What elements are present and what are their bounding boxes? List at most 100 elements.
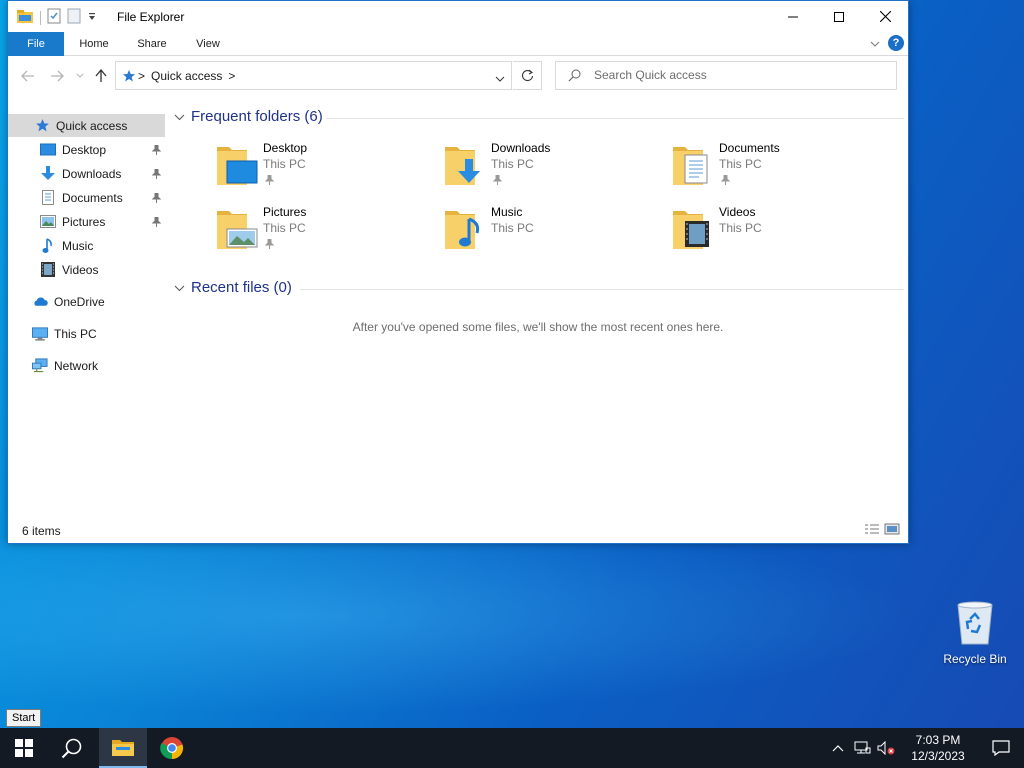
desktop-icon bbox=[40, 142, 56, 158]
nav-item-downloads[interactable]: Downloads bbox=[8, 162, 165, 185]
action-center-button[interactable] bbox=[978, 728, 1024, 768]
folder-location: This PC bbox=[719, 157, 762, 171]
clock-time: 7:03 PM bbox=[915, 733, 961, 747]
search-icon bbox=[61, 738, 82, 759]
search-button[interactable] bbox=[48, 728, 96, 768]
start-button[interactable] bbox=[0, 728, 48, 768]
recent-locations-button[interactable] bbox=[71, 67, 89, 85]
group-divider bbox=[300, 289, 904, 290]
nav-item-label: Documents bbox=[62, 190, 123, 205]
search-input[interactable] bbox=[594, 68, 884, 82]
content-pane: Frequent folders (6) Desktop This PC Dow… bbox=[168, 101, 908, 521]
folder-tile-downloads[interactable]: Downloads This PC bbox=[443, 141, 663, 197]
folder-tile-videos[interactable]: Videos This PC bbox=[671, 205, 891, 261]
recent-files-header[interactable]: Recent files (0) bbox=[174, 279, 292, 296]
recent-files-empty-message: After you've opened some files, we'll sh… bbox=[352, 320, 724, 334]
nav-item-music[interactable]: Music bbox=[8, 234, 165, 257]
nav-item-videos[interactable]: Videos bbox=[8, 258, 165, 281]
recycle-bin-icon bbox=[955, 601, 995, 648]
volume-tray-button[interactable] bbox=[874, 728, 898, 768]
frequent-folders-header[interactable]: Frequent folders (6) bbox=[174, 108, 323, 125]
system-tray: 7:03 PM 12/3/2023 bbox=[826, 728, 1024, 768]
nav-item-documents[interactable]: Documents bbox=[8, 186, 165, 209]
file-explorer-icon bbox=[16, 8, 34, 27]
back-button[interactable] bbox=[19, 67, 37, 85]
nav-item-label: Pictures bbox=[62, 214, 106, 229]
tab-home[interactable]: Home bbox=[74, 32, 114, 56]
customize-qat-icon[interactable] bbox=[87, 11, 97, 25]
window-controls bbox=[770, 1, 908, 32]
show-hidden-icons-button[interactable] bbox=[826, 728, 850, 768]
volume-muted-icon bbox=[877, 741, 895, 755]
nav-item-pictures[interactable]: Pictures bbox=[8, 210, 165, 233]
pin-icon bbox=[151, 144, 162, 158]
nav-item-label: Quick access bbox=[56, 118, 128, 133]
pin-icon bbox=[151, 192, 162, 206]
nav-item-label: OneDrive bbox=[54, 294, 105, 309]
up-button[interactable] bbox=[92, 67, 110, 85]
breadcrumb-arrow-icon[interactable]: > bbox=[138, 69, 145, 83]
downloads-icon bbox=[40, 166, 56, 182]
recycle-bin-shortcut[interactable]: Recycle Bin bbox=[938, 601, 1012, 666]
taskbar-file-explorer[interactable] bbox=[99, 728, 147, 768]
folder-location: This PC bbox=[491, 157, 534, 171]
folder-location: This PC bbox=[719, 221, 762, 235]
onedrive-icon bbox=[32, 294, 48, 310]
help-icon[interactable]: ? bbox=[888, 35, 904, 51]
expand-ribbon-icon[interactable] bbox=[870, 36, 880, 50]
music-folder-icon bbox=[443, 205, 487, 253]
refresh-button[interactable] bbox=[513, 61, 542, 90]
tab-view[interactable]: View bbox=[189, 32, 227, 56]
tab-file[interactable]: File bbox=[8, 32, 64, 56]
nav-item-network[interactable]: Network bbox=[8, 354, 165, 377]
windows-logo-icon bbox=[15, 739, 33, 757]
tab-share[interactable]: Share bbox=[132, 32, 172, 56]
address-dropdown-icon[interactable] bbox=[495, 71, 505, 85]
nav-item-this-pc[interactable]: This PC bbox=[8, 322, 165, 345]
nav-item-onedrive[interactable]: OneDrive bbox=[8, 290, 165, 313]
folder-tile-documents[interactable]: Documents This PC bbox=[671, 141, 891, 197]
desktop-folder-icon bbox=[215, 141, 259, 189]
taskbar-chrome[interactable] bbox=[148, 728, 196, 768]
folder-location: This PC bbox=[263, 221, 306, 235]
navigation-pane: Quick access Desktop Downloads Documents… bbox=[8, 107, 165, 513]
search-box[interactable] bbox=[555, 61, 897, 90]
pin-icon bbox=[492, 174, 503, 188]
address-bar[interactable]: > Quick access > bbox=[115, 61, 512, 90]
taskbar-clock[interactable]: 7:03 PM 12/3/2023 bbox=[898, 732, 978, 764]
music-icon bbox=[40, 237, 56, 254]
details-view-icon[interactable] bbox=[864, 523, 880, 538]
file-explorer-icon bbox=[112, 740, 134, 756]
start-tooltip: Start bbox=[6, 709, 42, 727]
file-explorer-window: File Explorer File Home Share View ? > Q… bbox=[7, 0, 909, 544]
new-folder-icon[interactable] bbox=[67, 8, 81, 27]
downloads-folder-icon bbox=[443, 141, 487, 189]
folder-tile-pictures[interactable]: Pictures This PC bbox=[215, 205, 435, 261]
minimize-button[interactable] bbox=[770, 1, 816, 32]
maximize-button[interactable] bbox=[816, 1, 862, 32]
breadcrumb: > Quick access > bbox=[138, 69, 235, 83]
folder-name: Desktop bbox=[263, 141, 308, 155]
title-bar[interactable]: File Explorer bbox=[8, 1, 908, 32]
pin-icon bbox=[720, 174, 731, 188]
nav-item-desktop[interactable]: Desktop bbox=[8, 138, 165, 161]
pictures-folder-icon bbox=[215, 205, 259, 253]
search-icon bbox=[568, 69, 581, 85]
group-divider bbox=[326, 118, 904, 119]
network-tray-button[interactable] bbox=[850, 728, 874, 768]
folder-location: This PC bbox=[263, 157, 306, 171]
forward-button[interactable] bbox=[48, 67, 66, 85]
ribbon-right-controls: ? bbox=[870, 35, 904, 51]
folder-tile-desktop[interactable]: Desktop This PC bbox=[215, 141, 435, 197]
large-icons-view-icon[interactable] bbox=[884, 523, 900, 538]
folder-tile-music[interactable]: Music This PC bbox=[443, 205, 663, 261]
breadcrumb-arrow-icon[interactable]: > bbox=[228, 69, 235, 83]
chevron-up-icon bbox=[832, 745, 844, 752]
close-button[interactable] bbox=[862, 1, 908, 32]
folder-name: Pictures bbox=[263, 205, 307, 219]
properties-icon[interactable] bbox=[47, 8, 61, 27]
network-icon bbox=[32, 358, 48, 374]
nav-item-quick-access[interactable]: Quick access bbox=[8, 114, 165, 137]
pin-icon bbox=[264, 238, 275, 252]
breadcrumb-quick-access[interactable]: Quick access bbox=[151, 69, 222, 83]
